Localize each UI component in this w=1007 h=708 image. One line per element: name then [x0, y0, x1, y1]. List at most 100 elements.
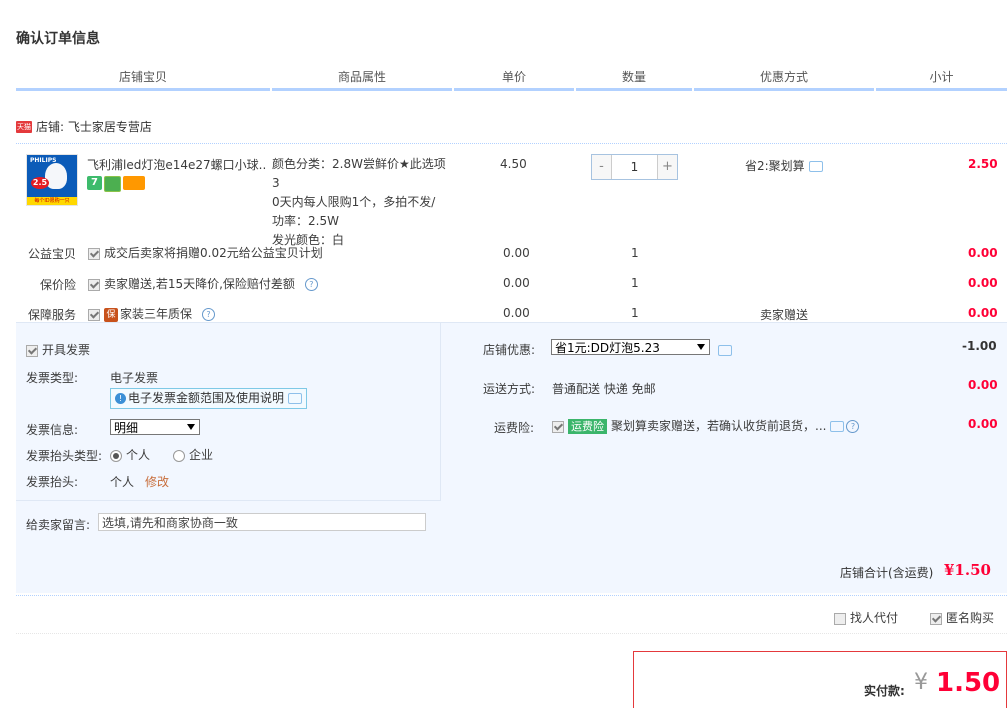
shop-name[interactable]: 店铺: 飞士家居专营店: [36, 120, 152, 134]
service-subtotal: 0.00: [968, 306, 998, 320]
chat-icon[interactable]: [288, 393, 303, 404]
credit-card-icon[interactable]: [123, 176, 145, 190]
help-icon[interactable]: ?: [202, 308, 216, 321]
payment-currency: ¥: [914, 670, 928, 695]
memo-label: 给卖家留言:: [26, 518, 91, 532]
radio-company[interactable]: 企业: [173, 446, 213, 463]
product-title-link[interactable]: 飞利浦led灯泡e14e27螺口小球...: [87, 156, 267, 174]
shop-discount-select[interactable]: 省1元:DD灯泡5.23: [551, 339, 710, 355]
col-attributes: 商品属性: [272, 68, 452, 91]
service-label: 公益宝贝: [27, 247, 76, 261]
freight-insurance-option: 运费险 聚划算卖家赠送，若确认收货前退货，...?: [552, 417, 860, 434]
invoice-header-value: 个人: [110, 475, 135, 489]
attr-line: 功率：2.5W: [272, 214, 339, 228]
attr-line: 0天内每人限购1个，多拍不发/: [272, 195, 436, 209]
radio-company-icon: [173, 449, 185, 462]
chat-icon[interactable]: [808, 161, 823, 172]
payment-amount: 1.50: [936, 668, 1001, 698]
service-subtotal: 0.00: [968, 246, 998, 260]
page-title: 确认订单信息: [16, 31, 100, 47]
freight-insurance-amount: 0.00: [968, 417, 998, 431]
thumb-badge: 2.5: [31, 177, 49, 189]
unit-price: 4.50: [500, 157, 527, 171]
service-checkbox[interactable]: [88, 247, 100, 260]
divider: [16, 633, 1007, 634]
service-option: 成交后卖家将捐赠0.02元给公益宝贝计划: [88, 244, 323, 261]
freight-insurance-label: 运费险:: [494, 421, 535, 435]
shipping-label: 运送方式:: [483, 382, 536, 396]
radio-personal[interactable]: 个人: [110, 446, 150, 463]
shipping-amount: 0.00: [968, 378, 998, 392]
proxy-pay-checkbox[interactable]: [834, 612, 846, 625]
shop-total-value: ¥1.50: [944, 561, 991, 579]
invoice-info-label: 发票信息:: [26, 423, 79, 437]
payment-summary: 实付款: ¥ 1.50: [633, 651, 1007, 708]
shop-discount-label: 店铺优惠:: [483, 343, 536, 357]
chat-icon[interactable]: [830, 421, 845, 432]
order-table-header: 店铺宝贝 商品属性 单价 数量 优惠方式 小计: [16, 68, 1007, 91]
tmall-icon: 天猫: [16, 120, 32, 133]
service-checkbox[interactable]: [88, 308, 100, 321]
chat-icon[interactable]: [718, 345, 732, 356]
invoice-checkbox[interactable]: [26, 344, 38, 357]
col-quantity: 数量: [576, 68, 692, 91]
invoice-note[interactable]: ! 电子发票金额范围及使用说明: [110, 388, 307, 409]
help-icon[interactable]: ?: [304, 278, 318, 291]
help-icon[interactable]: ?: [846, 420, 860, 433]
shipping-value: 普通配送 快递 免邮: [552, 382, 656, 396]
seven-day-return-icon[interactable]: 7: [87, 176, 102, 190]
payment-label: 实付款:: [864, 684, 905, 698]
freight-insurance-badge: 运费险: [568, 419, 607, 434]
seller-memo-input[interactable]: 选填,请先和商家协商一致: [98, 513, 426, 531]
divider: [16, 595, 1007, 596]
product-attributes: 颜色分类：2.8W尝鲜价★此选项3 0天内每人限购1个，多拍不发/ 功率：2.5…: [272, 155, 452, 250]
service-qty: 1: [631, 306, 639, 320]
service-option: 保家装三年质保?: [88, 305, 216, 322]
col-shop-item: 店铺宝贝: [16, 68, 270, 91]
invoice-type-label: 发票类型:: [26, 371, 79, 385]
invoice-edit-link[interactable]: 修改: [145, 473, 169, 490]
service-qty: 1: [631, 246, 639, 260]
item-promo: 省2:聚划算: [745, 157, 823, 174]
service-checkbox[interactable]: [88, 278, 100, 291]
dropdown-arrow-icon: [697, 344, 705, 350]
quantity-decrease-button[interactable]: -: [592, 155, 612, 179]
service-subtotal: 0.00: [968, 276, 998, 290]
invoice-header-label: 发票抬头:: [26, 475, 79, 489]
service-option: 卖家赠送,若15天降价,保险赔付差额?: [88, 275, 318, 292]
invoice-type-value: 电子发票: [110, 371, 159, 385]
shop-total-label: 店铺合计(含运费): [840, 566, 934, 580]
invoice-info-select[interactable]: 明细: [110, 419, 200, 435]
anonymous-checkbox[interactable]: [930, 612, 942, 625]
quantity-increase-button[interactable]: +: [657, 155, 677, 179]
invoice-toggle: 开具发票: [26, 341, 90, 358]
dropdown-arrow-icon: [187, 424, 195, 430]
freight-insurance-checkbox[interactable]: [552, 420, 564, 433]
proxy-pay-option[interactable]: 找人代付: [834, 609, 898, 626]
service-label: 保价险: [39, 278, 76, 292]
anonymous-option[interactable]: 匿名购买: [930, 609, 994, 626]
shop-row: 天猫 店铺: 飞士家居专营店: [16, 118, 152, 136]
col-unit-price: 单价: [454, 68, 574, 91]
attr-line: 颜色分类：2.8W尝鲜价★此选项3: [272, 157, 446, 190]
info-icon: !: [115, 393, 126, 404]
service-qty: 1: [631, 276, 639, 290]
col-subtotal: 小计: [876, 68, 1007, 91]
service-price: 0.00: [503, 306, 530, 320]
service-price: 0.00: [503, 246, 530, 260]
col-discount: 优惠方式: [694, 68, 874, 91]
service-label: 保障服务: [27, 308, 76, 322]
product-service-icons: 7: [87, 176, 147, 192]
store-guarantee-icon[interactable]: [104, 176, 121, 192]
thumb-strip: 每个ID限购一只: [27, 197, 77, 205]
quantity-input[interactable]: 1: [612, 155, 657, 179]
item-subtotal: 2.50: [968, 157, 998, 171]
quantity-stepper: - 1 +: [591, 154, 678, 180]
shop-discount-amount: -1.00: [962, 339, 997, 353]
invoice-header-type-label: 发票抬头类型:: [26, 449, 103, 463]
warranty-icon: 保: [104, 307, 118, 322]
radio-personal-icon: [110, 449, 122, 462]
product-thumbnail[interactable]: PHILIPS 2.5 每个ID限购一只: [26, 154, 78, 206]
service-price: 0.00: [503, 276, 530, 290]
service-promo: 卖家赠送: [760, 308, 809, 322]
